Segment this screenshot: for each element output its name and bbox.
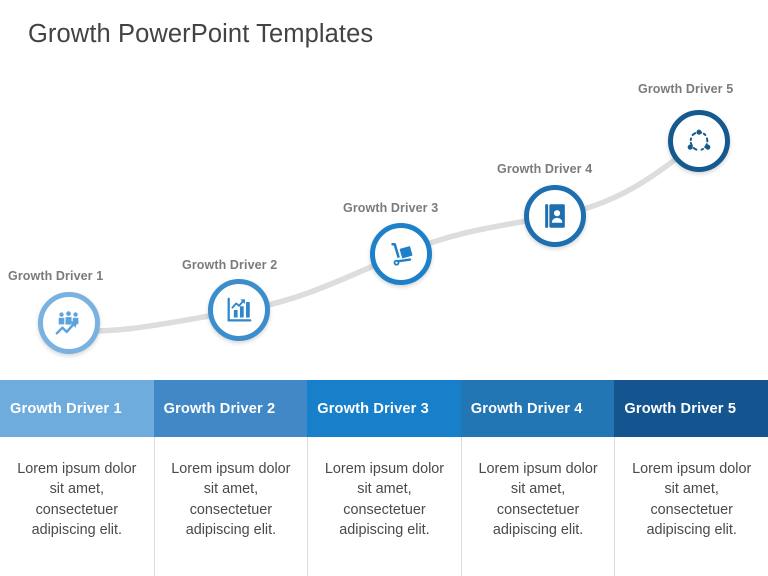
column-body-2: Lorem ipsum dolor sit amet, consectetuer… [153, 437, 308, 576]
column-header-2[interactable]: Growth Driver 2 [153, 380, 308, 437]
slide-canvas: Growth PowerPoint Templates Growth Drive… [0, 0, 768, 576]
growth-node-5[interactable] [668, 110, 730, 172]
growth-node-1[interactable] [38, 292, 100, 354]
hand-truck-dolly-icon [391, 242, 413, 266]
column-header-5[interactable]: Growth Driver 5 [614, 380, 768, 437]
node-label-2: Growth Driver 2 [182, 258, 278, 272]
growth-node-2[interactable] [208, 279, 270, 341]
column-body-1: Lorem ipsum dolor sit amet, consectetuer… [0, 437, 154, 576]
table-column-5: Growth Driver 5 Lorem ipsum dolor sit am… [614, 380, 768, 576]
column-header-4[interactable]: Growth Driver 4 [460, 380, 615, 437]
people-growth-arrow-icon [55, 311, 79, 335]
contact-card-icon [545, 204, 565, 228]
column-body-3: Lorem ipsum dolor sit amet, consectetuer… [307, 437, 461, 576]
share-network-icon [687, 129, 711, 151]
node-label-4: Growth Driver 4 [497, 162, 593, 176]
column-header-1[interactable]: Growth Driver 1 [0, 380, 154, 437]
bar-chart-growth-icon [227, 297, 252, 322]
table-column-2: Growth Driver 2 Lorem ipsum dolor sit am… [153, 380, 308, 576]
growth-driver-table: Growth Driver 1 Lorem ipsum dolor sit am… [0, 380, 768, 576]
table-column-3: Growth Driver 3 Lorem ipsum dolor sit am… [307, 380, 461, 576]
growth-node-3[interactable] [370, 223, 432, 285]
growth-node-4[interactable] [524, 185, 586, 247]
column-body-4: Lorem ipsum dolor sit amet, consectetuer… [460, 437, 615, 576]
node-label-3: Growth Driver 3 [343, 201, 439, 215]
column-body-5: Lorem ipsum dolor sit amet, consectetuer… [614, 437, 768, 576]
column-header-3[interactable]: Growth Driver 3 [307, 380, 461, 437]
table-column-4: Growth Driver 4 Lorem ipsum dolor sit am… [460, 380, 615, 576]
node-label-1: Growth Driver 1 [8, 269, 104, 283]
growth-curve [63, 138, 702, 334]
table-column-1: Growth Driver 1 Lorem ipsum dolor sit am… [0, 380, 154, 576]
node-label-5: Growth Driver 5 [638, 82, 734, 96]
